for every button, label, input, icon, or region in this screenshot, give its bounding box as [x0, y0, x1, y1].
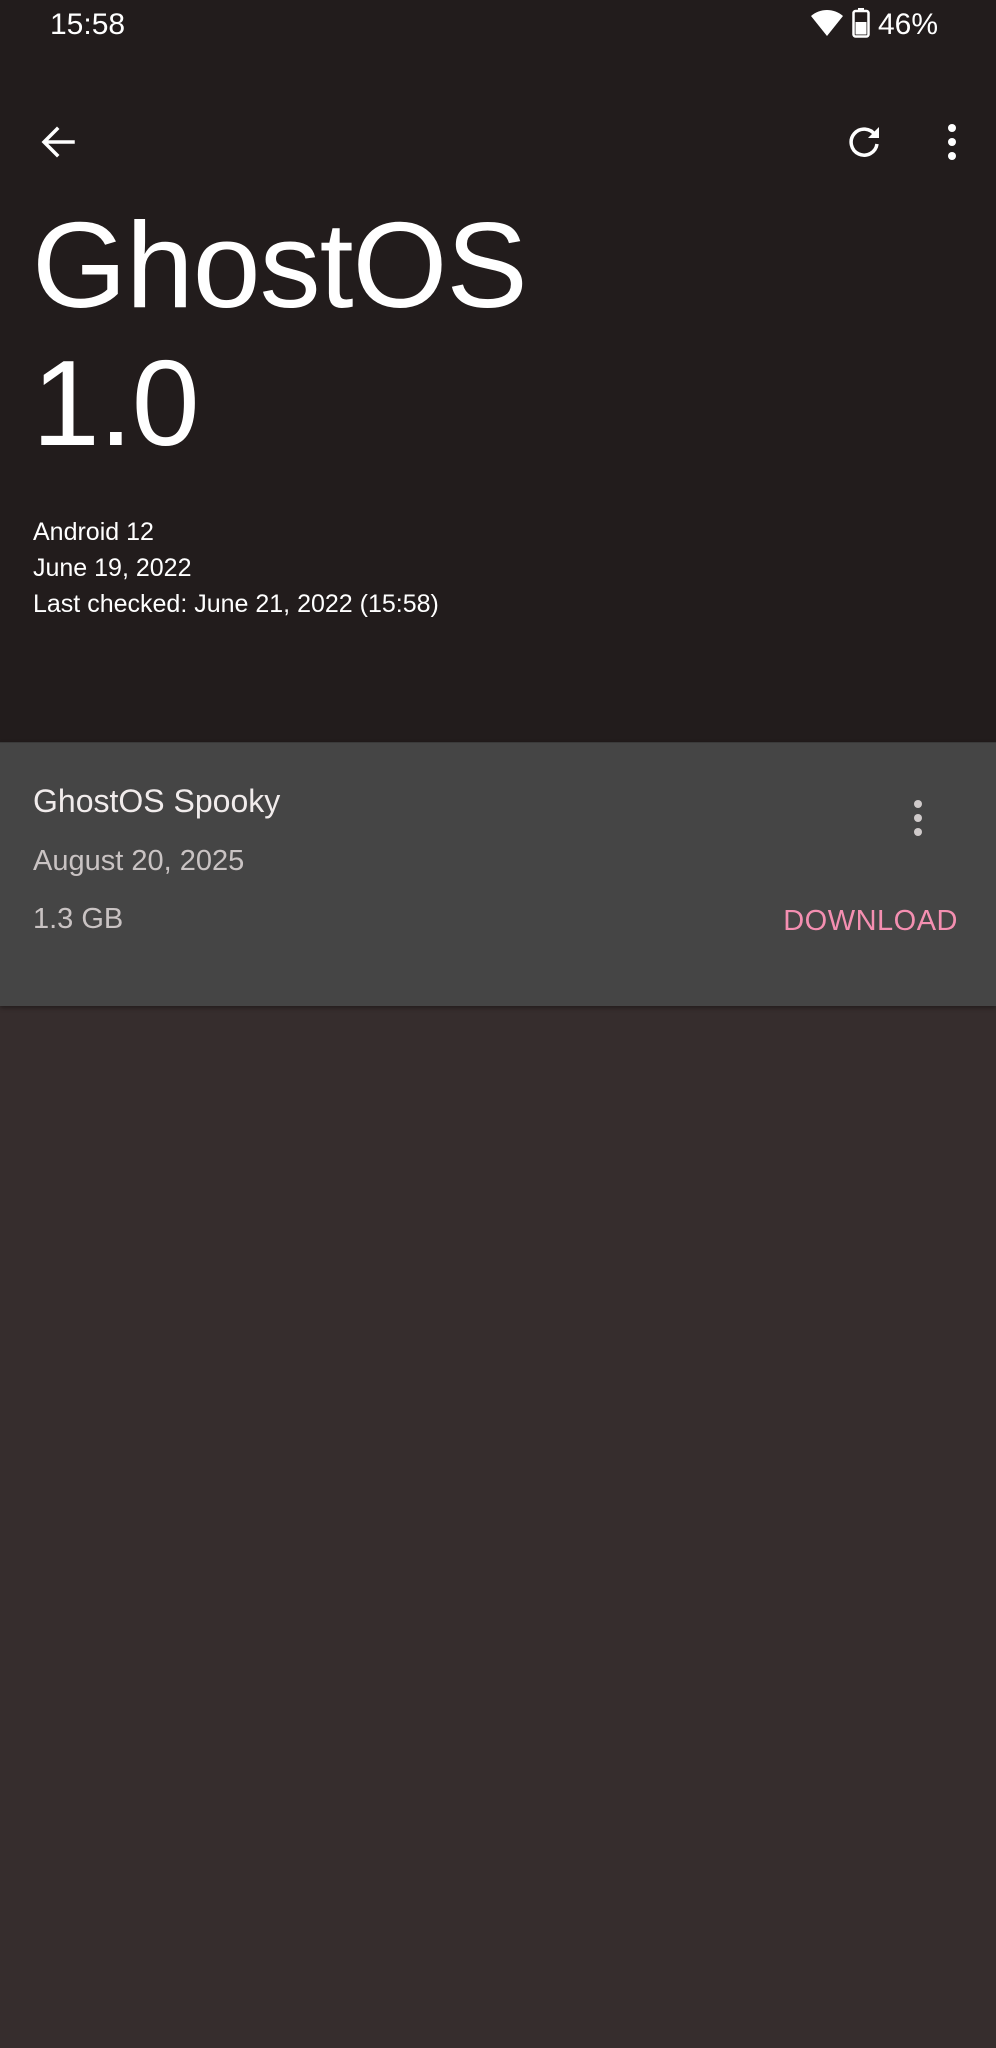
- build-date: June 19, 2022: [33, 554, 192, 582]
- battery-icon: [852, 7, 870, 43]
- more-vertical-icon: [946, 123, 958, 165]
- more-options-button[interactable]: [916, 108, 988, 180]
- update-card: GhostOS Spooky August 20, 2025 1.3 GB DO…: [0, 742, 996, 1006]
- update-more-button[interactable]: [882, 784, 954, 856]
- os-version: 1.0: [32, 335, 200, 471]
- download-button[interactable]: DOWNLOAD: [783, 903, 958, 939]
- os-details: Android 12 June 19, 2022 Last checked: J…: [33, 514, 439, 622]
- last-checked: Last checked: June 21, 2022 (15:58): [33, 590, 439, 618]
- os-title: GhostOS 1.0: [32, 196, 932, 472]
- header: 15:58 46% GhostOS 1.0 Android 12 June 19…: [0, 0, 996, 742]
- update-title: GhostOS Spooky: [33, 783, 281, 819]
- more-vertical-icon: [912, 799, 924, 841]
- status-time: 15:58: [50, 8, 126, 41]
- os-name: GhostOS: [32, 197, 528, 333]
- wifi-icon: [810, 9, 844, 42]
- back-button[interactable]: [22, 108, 94, 180]
- update-size: 1.3 GB: [33, 903, 124, 935]
- status-bar: 15:58 46%: [0, 0, 996, 52]
- refresh-button[interactable]: [828, 108, 900, 180]
- update-date: August 20, 2025: [33, 845, 245, 877]
- status-icons: 46%: [810, 7, 938, 43]
- arrow-left-icon: [40, 124, 76, 165]
- android-version: Android 12: [33, 518, 154, 546]
- refresh-icon: [846, 124, 882, 165]
- battery-percent: 46%: [877, 8, 938, 41]
